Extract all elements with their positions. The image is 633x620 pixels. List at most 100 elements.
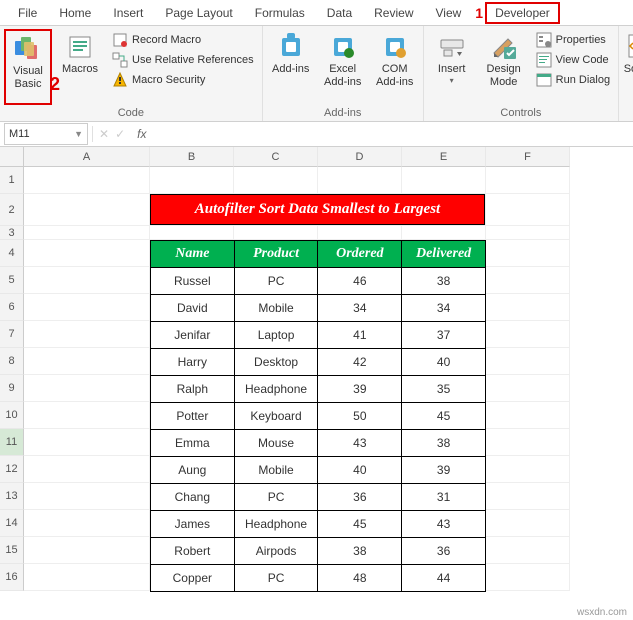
table-cell[interactable]: Russel [151,268,235,295]
com-addins-button[interactable]: COM Add-ins [371,29,419,105]
table-cell[interactable]: 35 [402,376,486,403]
table-cell[interactable]: Headphone [234,376,318,403]
table-cell[interactable]: Laptop [234,322,318,349]
table-cell[interactable]: Aung [151,457,235,484]
tab-file[interactable]: File [8,2,47,24]
table-cell[interactable]: 39 [402,457,486,484]
macros-button[interactable]: Macros [56,29,104,105]
table-row[interactable]: AungMobile4039 [151,457,486,484]
table-cell[interactable]: 42 [318,349,402,376]
formula-input[interactable] [158,126,633,142]
table-cell[interactable]: 40 [402,349,486,376]
table-cell[interactable]: 43 [318,430,402,457]
table-cell[interactable]: 39 [318,376,402,403]
table-cell[interactable]: 36 [318,484,402,511]
addins-button[interactable]: Add-ins [267,29,315,105]
table-row[interactable]: CopperPC4844 [151,565,486,592]
use-relative-button[interactable]: Use Relative References [108,51,258,69]
table-cell[interactable]: Robert [151,538,235,565]
tab-insert[interactable]: Insert [103,2,153,24]
table-cell[interactable]: James [151,511,235,538]
table-row[interactable]: ChangPC3631 [151,484,486,511]
table-cell[interactable]: Copper [151,565,235,592]
tab-data[interactable]: Data [317,2,362,24]
row-header[interactable]: 14 [0,510,24,537]
table-cell[interactable]: Jenifar [151,322,235,349]
row-header[interactable]: 2 [0,194,24,226]
row-header[interactable]: 16 [0,564,24,591]
record-macro-button[interactable]: Record Macro [108,31,258,49]
visual-basic-button[interactable]: Visual Basic [4,29,52,105]
insert-controls-button[interactable]: Insert ▾ [428,29,476,105]
table-cell[interactable]: Headphone [234,511,318,538]
col-header[interactable]: E [402,147,486,167]
table-row[interactable]: EmmaMouse4338 [151,430,486,457]
table-cell[interactable]: 31 [402,484,486,511]
table-row[interactable]: RobertAirpods3836 [151,538,486,565]
col-header[interactable]: B [150,147,234,167]
row-header[interactable]: 10 [0,402,24,429]
table-cell[interactable]: David [151,295,235,322]
table-cell[interactable]: Emma [151,430,235,457]
run-dialog-button[interactable]: Run Dialog [532,71,614,89]
grid[interactable]: A B C D E F Autofilter Sort Data Smalles… [24,147,633,591]
col-header[interactable]: C [234,147,318,167]
table-cell[interactable]: PC [234,565,318,592]
row-header[interactable]: 6 [0,294,24,321]
fx-button[interactable]: fx [131,127,152,141]
table-row[interactable]: HarryDesktop4240 [151,349,486,376]
row-header[interactable]: 4 [0,240,24,267]
row-header[interactable]: 13 [0,483,24,510]
table-cell[interactable]: 36 [402,538,486,565]
row-header[interactable]: 11 [0,429,24,456]
row-header[interactable]: 1 [0,167,24,194]
name-box-dropdown-icon[interactable]: ▼ [74,129,83,139]
tab-formulas[interactable]: Formulas [245,2,315,24]
tab-page-layout[interactable]: Page Layout [155,2,242,24]
table-cell[interactable]: Desktop [234,349,318,376]
table-cell[interactable]: 38 [402,268,486,295]
tab-view[interactable]: View [426,2,472,24]
table-cell[interactable]: PC [234,268,318,295]
table-cell[interactable]: 43 [402,511,486,538]
design-mode-button[interactable]: Design Mode [480,29,528,105]
col-header[interactable]: A [24,147,150,167]
table-cell[interactable]: Harry [151,349,235,376]
row-header[interactable]: 8 [0,348,24,375]
table-row[interactable]: RalphHeadphone3935 [151,376,486,403]
cancel-icon[interactable]: ✕ [99,127,109,141]
table-cell[interactable]: 45 [402,403,486,430]
table-cell[interactable]: 45 [318,511,402,538]
table-cell[interactable]: 46 [318,268,402,295]
row-header[interactable]: 3 [0,226,24,240]
col-header[interactable]: D [318,147,402,167]
table-cell[interactable]: 50 [318,403,402,430]
table-cell[interactable]: 44 [402,565,486,592]
table-cell[interactable]: 41 [318,322,402,349]
table-cell[interactable]: Keyboard [234,403,318,430]
table-cell[interactable]: Ralph [151,376,235,403]
tab-review[interactable]: Review [364,2,423,24]
table-cell[interactable]: 48 [318,565,402,592]
excel-addins-button[interactable]: Excel Add-ins [319,29,367,105]
table-cell[interactable]: 34 [318,295,402,322]
properties-button[interactable]: Properties [532,31,614,49]
row-header[interactable]: 7 [0,321,24,348]
table-cell[interactable]: Airpods [234,538,318,565]
col-header[interactable]: F [486,147,570,167]
name-box[interactable]: M11 ▼ [4,123,88,145]
macro-security-button[interactable]: Macro Security [108,71,258,89]
table-row[interactable]: PotterKeyboard5045 [151,403,486,430]
table-cell[interactable]: Potter [151,403,235,430]
row-header[interactable]: 15 [0,537,24,564]
table-cell[interactable]: Mobile [234,295,318,322]
row-header[interactable]: 12 [0,456,24,483]
row-header[interactable]: 5 [0,267,24,294]
confirm-icon[interactable]: ✓ [115,127,125,141]
select-all-corner[interactable] [0,147,24,167]
table-row[interactable]: RusselPC4638 [151,268,486,295]
table-cell[interactable]: Mobile [234,457,318,484]
table-row[interactable]: DavidMobile3434 [151,295,486,322]
table-cell[interactable]: Chang [151,484,235,511]
row-header[interactable]: 9 [0,375,24,402]
